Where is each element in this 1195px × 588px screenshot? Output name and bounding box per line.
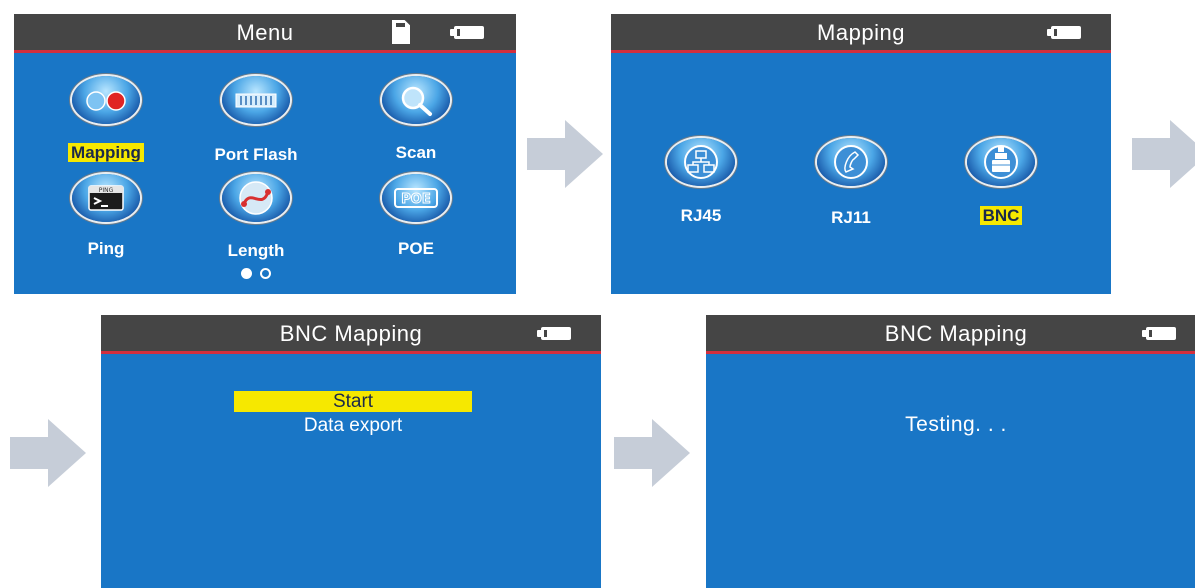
menu-item-mapping[interactable]: Mapping bbox=[36, 143, 176, 163]
start-menu-item[interactable]: Start bbox=[234, 391, 472, 412]
battery-icon bbox=[450, 26, 484, 39]
mapping-item-rj45[interactable]: RJ45 bbox=[631, 206, 771, 226]
page-dot-active bbox=[241, 267, 252, 279]
testing-status-text: Testing. . . bbox=[905, 413, 1007, 436]
mapping-icon[interactable] bbox=[72, 76, 140, 124]
ping-icon[interactable]: PING bbox=[72, 174, 140, 222]
bnc-mapping-title: BNC Mapping bbox=[279, 321, 423, 346]
menu-item-scan[interactable]: Scan bbox=[346, 143, 486, 163]
port-flash-icon[interactable] bbox=[222, 76, 290, 124]
page-dot-inactive bbox=[260, 267, 271, 279]
bnc-mapping-titlebar: BNC Mapping bbox=[101, 315, 601, 354]
menu-title: Menu bbox=[236, 20, 294, 45]
svg-text:POE: POE bbox=[401, 192, 430, 207]
mapping-item-bnc[interactable]: BNC bbox=[931, 206, 1071, 226]
menu-item-ping[interactable]: Ping bbox=[36, 239, 176, 259]
arrow-right-icon bbox=[614, 419, 690, 487]
menu-titlebar: Menu bbox=[14, 14, 516, 53]
menu-item-port-flash[interactable]: Port Flash bbox=[186, 145, 326, 165]
mapping-title: Mapping bbox=[817, 20, 905, 45]
battery-icon bbox=[1142, 327, 1176, 340]
menu-item-length[interactable]: Length bbox=[186, 241, 326, 261]
length-icon[interactable] bbox=[222, 174, 290, 222]
mapping-titlebar: Mapping bbox=[611, 14, 1111, 53]
bnc-testing-titlebar: BNC Mapping bbox=[706, 315, 1195, 354]
sd-card-icon bbox=[392, 20, 410, 44]
network-icon[interactable] bbox=[667, 138, 735, 186]
bnc-connector-icon[interactable] bbox=[967, 138, 1035, 186]
arrow-right-icon bbox=[1132, 120, 1195, 188]
battery-icon bbox=[537, 327, 571, 340]
mapping-screen: Mapping RJ45 RJ11 BNC bbox=[611, 14, 1111, 294]
phone-icon[interactable] bbox=[817, 138, 885, 186]
menu-screen: Menu Mapping Port Flash Scan PING Ping L… bbox=[14, 14, 516, 294]
scan-icon[interactable] bbox=[382, 76, 450, 124]
arrow-right-icon bbox=[527, 120, 603, 188]
mapping-item-rj11[interactable]: RJ11 bbox=[781, 208, 921, 228]
bnc-testing-screen: BNC Mapping Testing. . . bbox=[706, 315, 1195, 588]
menu-item-poe[interactable]: POE bbox=[346, 239, 486, 259]
arrow-right-icon bbox=[10, 419, 86, 487]
battery-icon bbox=[1047, 26, 1081, 39]
bnc-mapping-screen: BNC Mapping Start Data export bbox=[101, 315, 601, 588]
bnc-testing-title: BNC Mapping bbox=[884, 321, 1028, 346]
data-export-menu-item[interactable]: Data export bbox=[234, 415, 472, 437]
poe-icon[interactable]: POE bbox=[382, 174, 450, 222]
svg-text:PING: PING bbox=[99, 187, 114, 194]
page-indicator bbox=[186, 264, 326, 281]
